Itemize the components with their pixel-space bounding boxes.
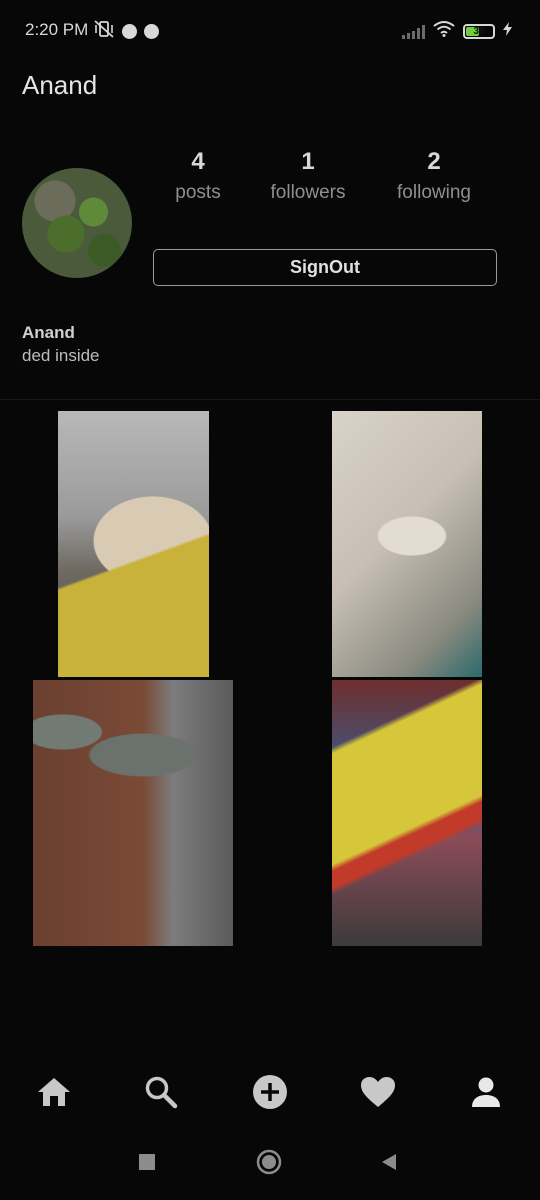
signal-icon [402, 24, 425, 39]
recents-button[interactable] [138, 1153, 156, 1176]
app-badge-icon [122, 24, 137, 39]
system-nav [0, 1145, 540, 1190]
charging-icon [503, 22, 512, 41]
app-badge-icon [144, 24, 159, 39]
bio-name: Anand [22, 323, 75, 342]
signout-button[interactable]: SignOut [153, 249, 497, 286]
following-label: following [397, 182, 471, 203]
following-count: 2 [427, 148, 441, 175]
home-button[interactable] [256, 1149, 282, 1180]
activity-heart-icon[interactable] [358, 1072, 398, 1112]
status-bar: 2:20 PM 38 [0, 0, 540, 60]
search-icon[interactable] [141, 1072, 181, 1112]
stat-following[interactable]: 2 following [374, 148, 494, 204]
status-time: 2:20 PM [25, 20, 89, 39]
divider [0, 399, 540, 400]
post-thumbnail-shoes[interactable] [33, 680, 233, 946]
stat-posts[interactable]: 4 posts [138, 148, 258, 204]
add-post-icon[interactable] [250, 1072, 290, 1112]
back-button[interactable] [380, 1153, 398, 1176]
profile-icon[interactable] [466, 1072, 506, 1112]
followers-count: 1 [301, 148, 315, 175]
stat-followers[interactable]: 1 followers [248, 148, 368, 204]
bottom-nav [0, 1060, 540, 1120]
posts-label: posts [175, 182, 221, 203]
post-thumbnail-dog[interactable] [58, 411, 209, 677]
status-right-icons: 38 [402, 21, 512, 42]
profile-username: Anand [22, 70, 98, 100]
home-icon[interactable] [34, 1072, 74, 1112]
avatar[interactable] [22, 168, 132, 278]
wifi-icon [433, 21, 455, 42]
post-thumbnail-packet[interactable] [332, 680, 482, 946]
followers-label: followers [270, 182, 346, 203]
vibrate-off-icon [93, 20, 115, 43]
posts-count: 4 [191, 148, 205, 175]
battery-level: 38 [473, 26, 485, 37]
bio-text: ded inside [22, 346, 100, 365]
battery-icon: 38 [463, 24, 495, 39]
status-left-icons [93, 20, 159, 43]
post-thumbnail-hand[interactable] [332, 411, 482, 677]
